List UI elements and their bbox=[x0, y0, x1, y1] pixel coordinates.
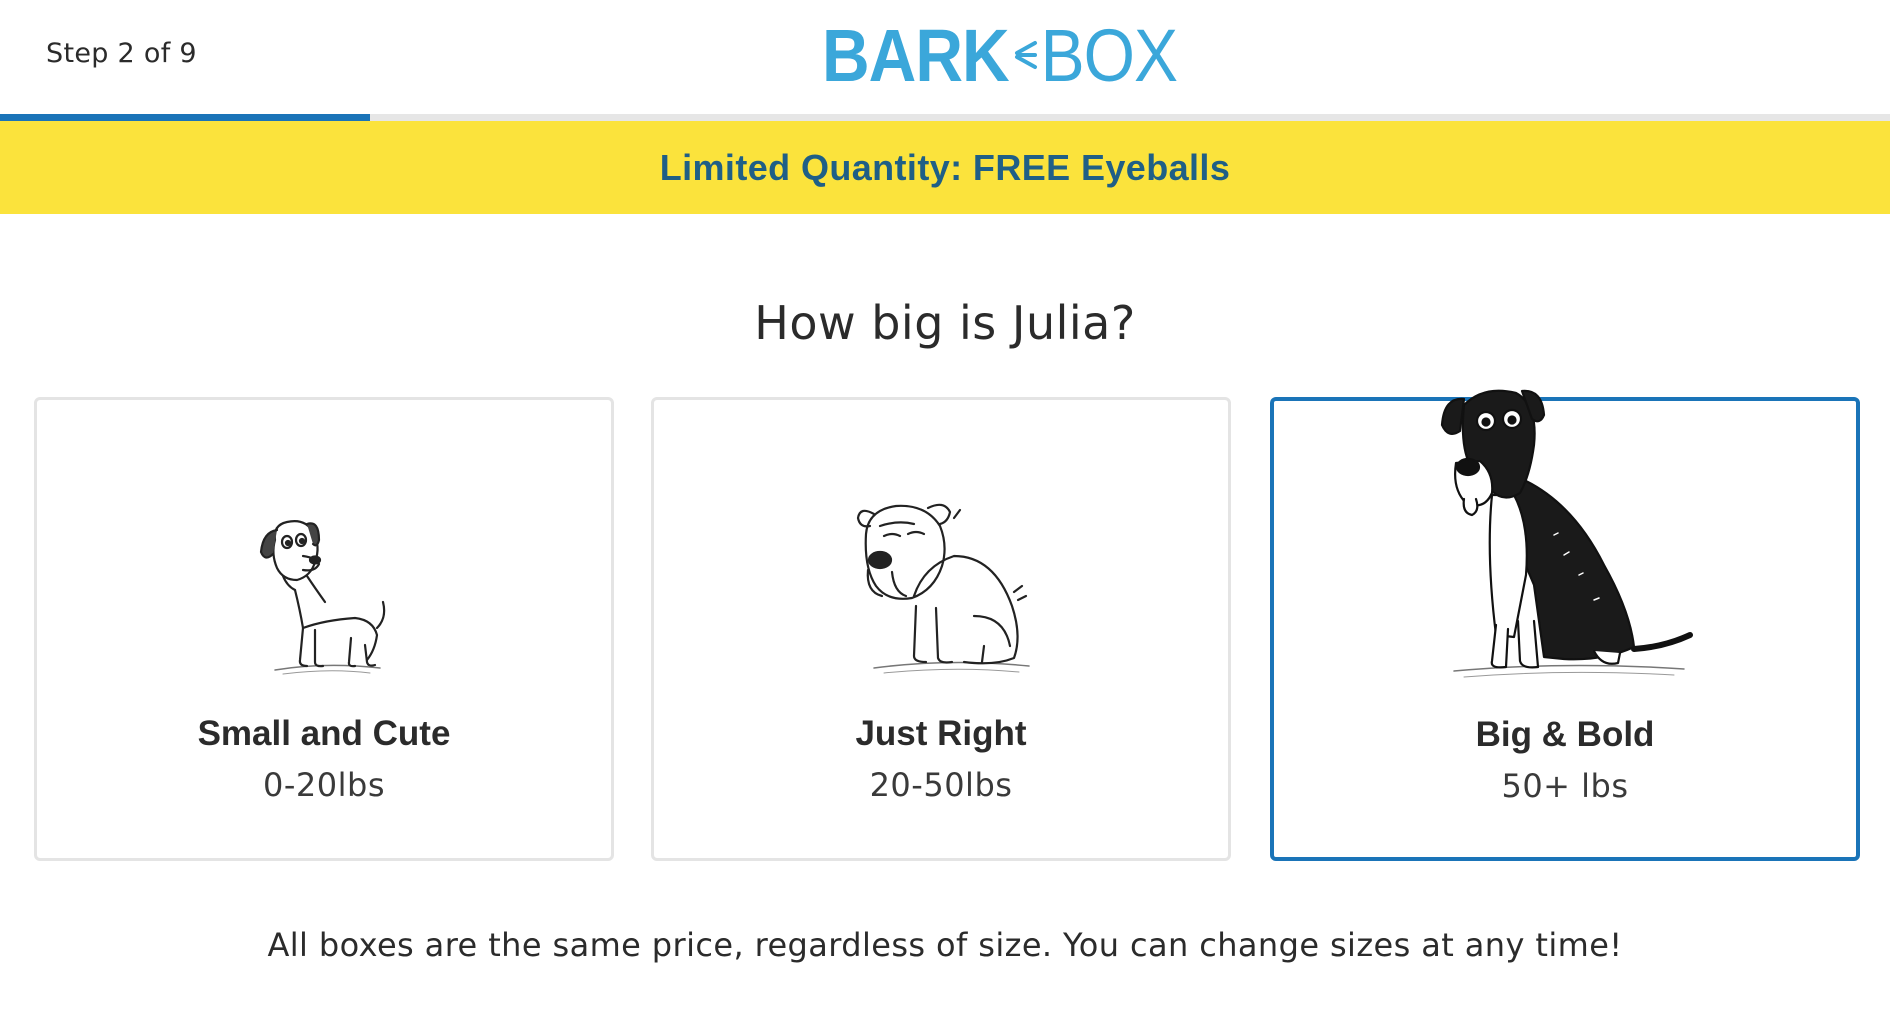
price-note: All boxes are the same price, regardless… bbox=[267, 926, 1623, 964]
size-option-small[interactable]: Small and Cute 0-20lbs bbox=[34, 397, 614, 861]
promo-text: Limited Quantity: FREE Eyeballs bbox=[659, 146, 1231, 188]
progress-bar-fill bbox=[0, 114, 370, 121]
barkbox-logo[interactable]: BARK BOX bbox=[822, 13, 1178, 97]
logo-bark-text: BARK bbox=[822, 13, 1010, 97]
logo-box-text: BOX bbox=[1040, 13, 1178, 97]
progress-bar bbox=[0, 114, 1890, 121]
size-option-range: 50+ lbs bbox=[1501, 767, 1629, 805]
size-option-large[interactable]: Big & Bold 50+ lbs bbox=[1270, 389, 1860, 861]
medium-dog-illustration bbox=[856, 503, 1030, 674]
size-option-title: Just Right bbox=[855, 714, 1027, 753]
step-indicator: Step 2 of 9 bbox=[46, 38, 197, 69]
logo-bark-lines-icon bbox=[1014, 41, 1037, 69]
header: Step 2 of 9 BARK BOX bbox=[0, 0, 1890, 114]
large-dog-illustration bbox=[1440, 389, 1693, 678]
page-question: How big is Julia? bbox=[754, 296, 1136, 350]
size-option-range: 0-20lbs bbox=[263, 766, 385, 804]
size-option-medium[interactable]: Just Right 20-50lbs bbox=[651, 397, 1231, 861]
size-option-title: Big & Bold bbox=[1475, 715, 1655, 754]
small-dog-illustration bbox=[259, 520, 386, 675]
promo-banner: Limited Quantity: FREE Eyeballs bbox=[0, 121, 1890, 214]
size-option-range: 20-50lbs bbox=[869, 766, 1013, 804]
size-option-title: Small and Cute bbox=[197, 714, 451, 753]
